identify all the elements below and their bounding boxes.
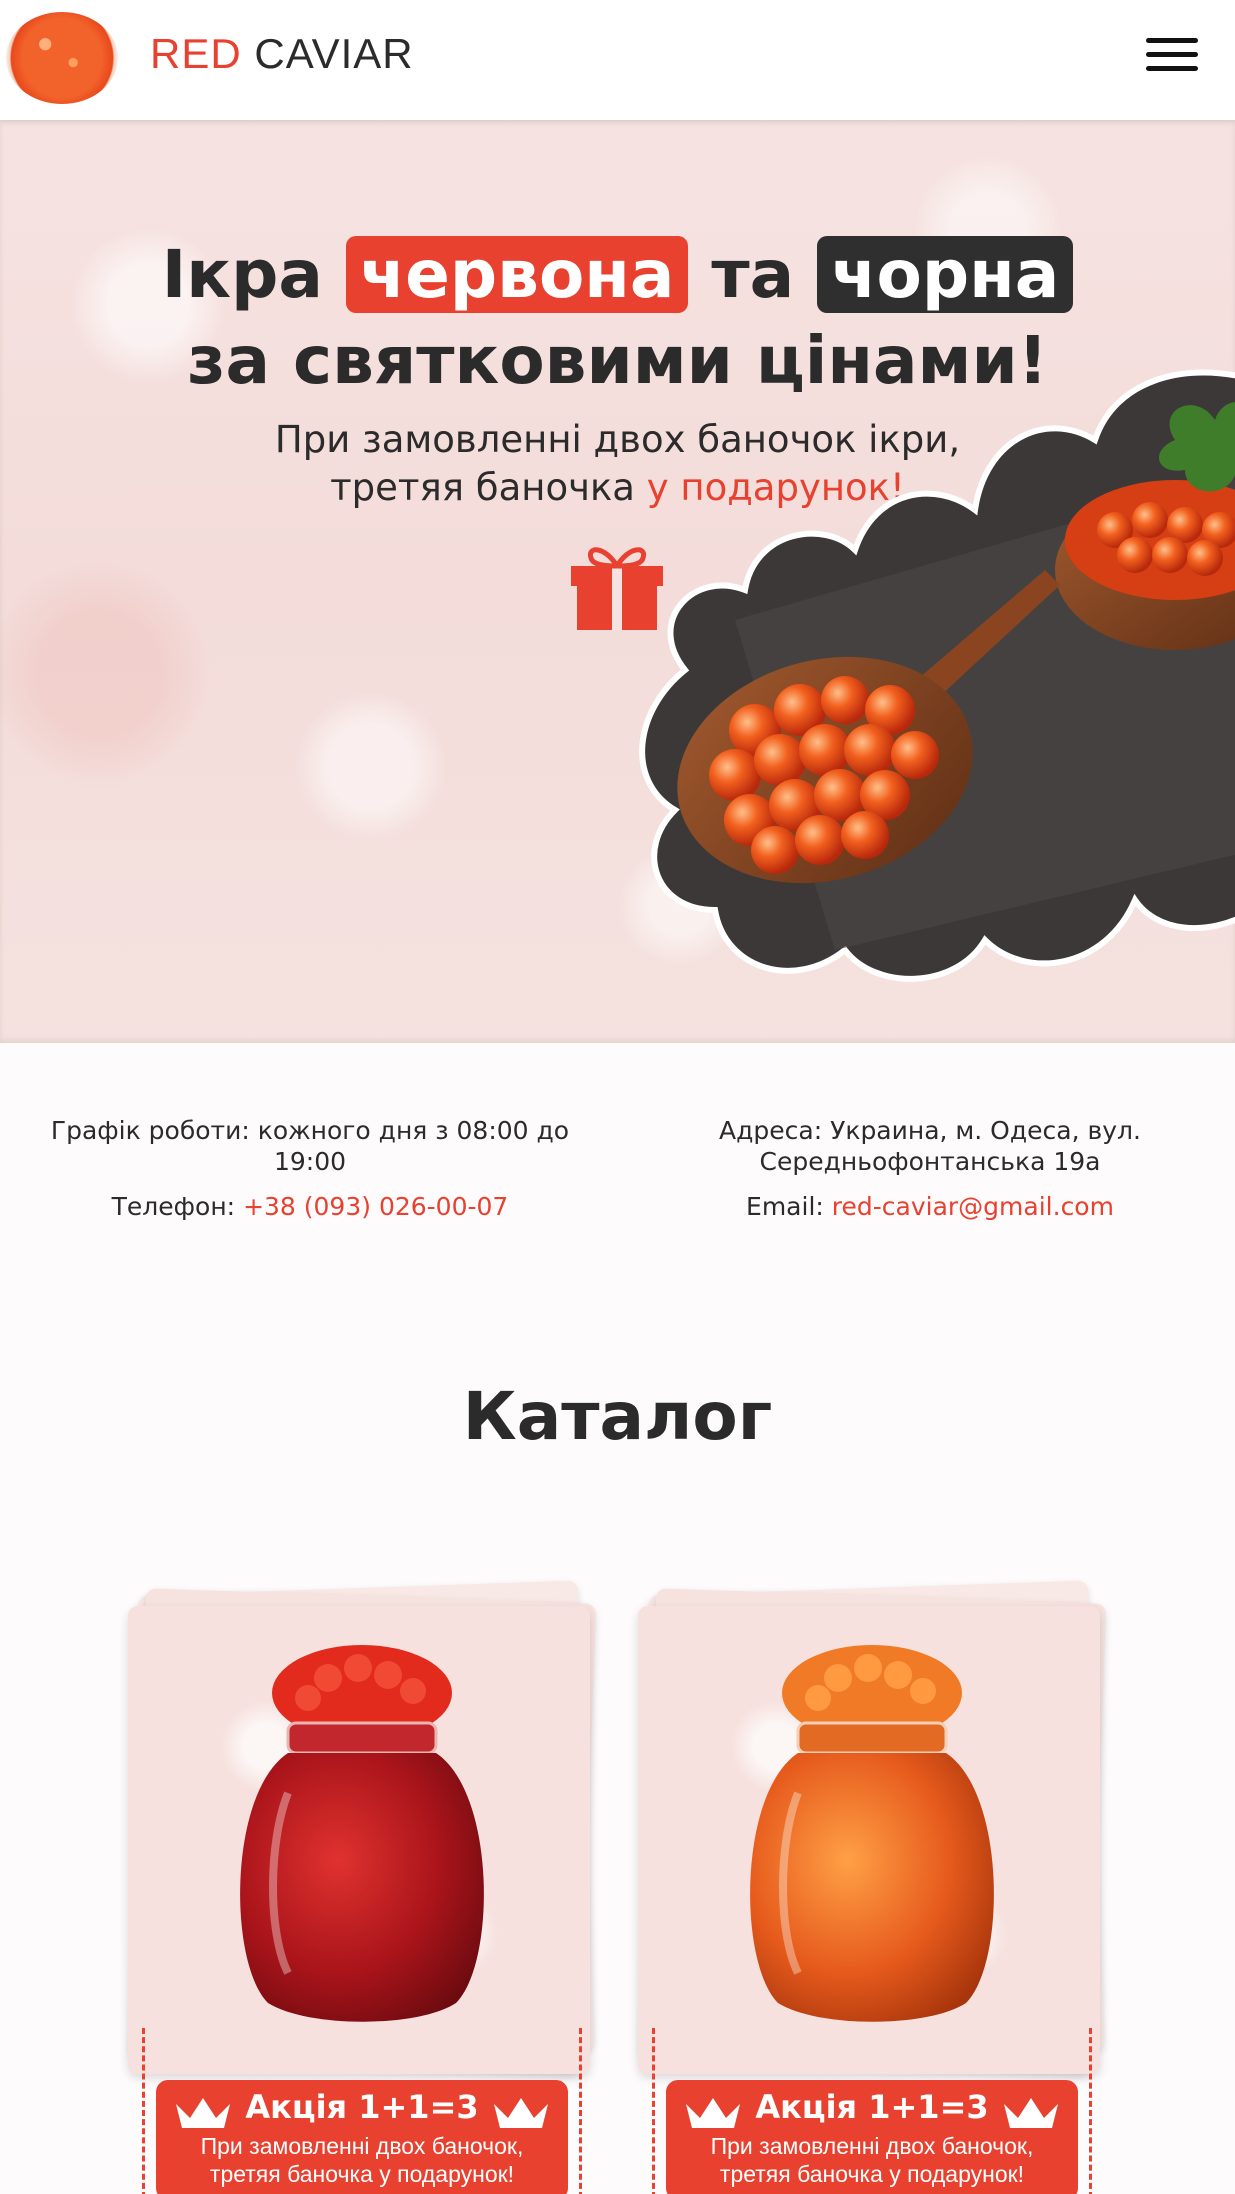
email: Email: red-caviar@gmail.com [640,1191,1220,1222]
work-schedule-text: Графік роботи: кожного дня з 08:00 до 19… [50,1116,570,1176]
promo-line2: третяя баночка у подарунок! [719,2161,1025,2187]
promo-line1: При замовленні двох баночок, [710,2133,1034,2159]
brand-red: RED [150,30,242,77]
email-link[interactable]: red-caviar@gmail.com [832,1192,1114,1221]
address-line2: Середньофонтанська 19а [759,1147,1101,1176]
gift-icon [571,547,663,630]
promo-line2: третяя баночка у подарунок! [209,2161,515,2187]
caviar-photo [639,369,1235,982]
logo-image[interactable] [6,12,118,104]
red-caviar-jar-image[interactable] [228,1643,496,2023]
product-card[interactable]: Акція 1+1=3 При замовленні двох баночок,… [638,1580,1108,2194]
contact-info: Графік роботи: кожного дня з 08:00 до 19… [0,1043,1235,1283]
promo-banner: Акція 1+1=3 При замовленні двох баночок,… [666,2080,1078,2194]
catalog-title: Каталог [462,1378,773,1455]
address: Адреса: Украина, м. Одеса, вул. Середньо… [640,1115,1220,1177]
site-header: RED CAVIAR [0,0,1235,120]
phone-label: Телефон: [111,1192,236,1221]
promo-line1: При замовленні двох баночок, [200,2133,524,2159]
promo-title: Акція 1+1=3 [755,2088,989,2126]
phone: Телефон: +38 (093) 026-00-07 [20,1191,600,1222]
hero-title-part1: Ікра [161,236,323,313]
promo-title: Акція 1+1=3 [245,2088,479,2126]
brand-dark: CAVIAR [254,30,414,77]
product-card[interactable]: Акція 1+1=3 При замовленні двох баночок,… [128,1580,598,2194]
orange-caviar-jar-image[interactable] [738,1643,1006,2023]
work-schedule: Графік роботи: кожного дня з 08:00 до 19… [20,1115,600,1177]
menu-icon[interactable] [1146,38,1198,74]
logo-text[interactable]: RED CAVIAR [150,30,414,78]
email-label: Email: [746,1192,824,1221]
phone-link[interactable]: +38 (093) 026-00-07 [243,1192,508,1221]
address-line1: Адреса: Украина, м. Одеса, вул. [719,1116,1141,1145]
promo-text: При замовленні двох баночок, третяя бано… [156,2132,568,2188]
promo-banner: Акція 1+1=3 При замовленні двох баночок,… [156,2080,568,2194]
promo-text: При замовленні двох баночок, третяя бано… [666,2132,1078,2188]
hero-banner: Ікра червона та чорна за святковими ціна… [0,120,1235,1043]
